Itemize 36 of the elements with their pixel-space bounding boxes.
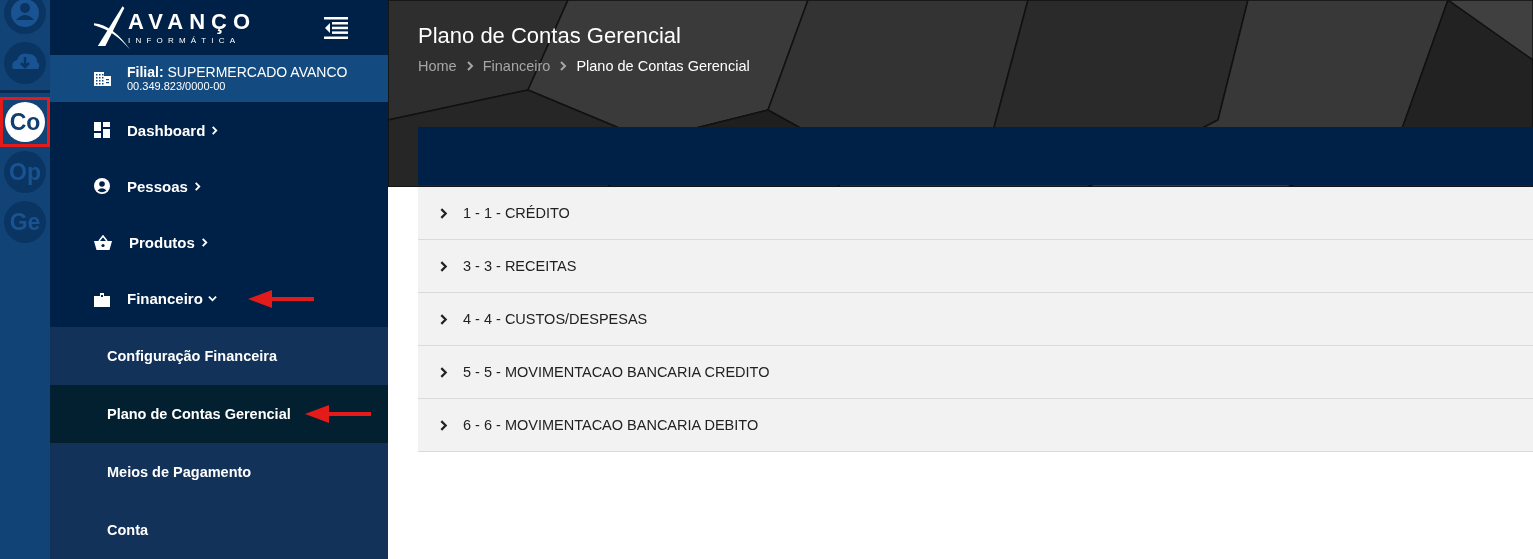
submenu-label: Meios de Pagamento: [107, 464, 252, 480]
dashboard-icon: [94, 122, 110, 139]
account-row[interactable]: 3 - 3 - RECEITAS: [418, 240, 1533, 293]
chevron-right-icon: [464, 61, 475, 71]
menu-item[interactable]: Financeiro: [127, 290, 217, 308]
submenu-item[interactable]: Configuração Financeira: [50, 327, 388, 385]
brand-tagline: INFORMÁTICA: [128, 36, 242, 46]
submenu-label: Plano de Contas Gerencial: [107, 406, 291, 422]
branch-document: 00.349.823/0000-00: [127, 80, 227, 94]
brand-name: AVANÇO: [128, 10, 257, 35]
page-title: Plano de Contas Gerencial: [418, 23, 682, 49]
submenu-label: Conta: [107, 522, 149, 538]
breadcrumb-link[interactable]: Plano de Contas Gerencial: [576, 58, 750, 74]
account-row[interactable]: 5 - 5 - MOVIMENTACAO BANCARIA CREDITO: [418, 346, 1533, 399]
submenu-item[interactable]: Meios de Pagamento: [50, 443, 388, 501]
menu-item[interactable]: Dashboard: [127, 121, 220, 139]
user-icon[interactable]: [4, 0, 46, 34]
branch-name: Filial: SUPERMERCADO AVANCO: [127, 64, 348, 81]
cloud-download-icon[interactable]: [4, 42, 46, 84]
breadcrumb-link[interactable]: Home: [418, 58, 457, 74]
menu-item[interactable]: Pessoas: [127, 177, 202, 195]
briefcase-icon: [94, 290, 110, 307]
building-icon: [94, 71, 111, 86]
user-icon: [94, 178, 110, 195]
account-row[interactable]: 1 - 1 - CRÉDITO: [418, 187, 1533, 240]
account-row[interactable]: 4 - 4 - CUSTOS/DESPESAS: [418, 293, 1533, 346]
basket-icon: [94, 234, 112, 251]
submenu-item[interactable]: Conta: [50, 501, 388, 559]
chevron-right-icon: [558, 61, 569, 71]
menu-collapse-icon[interactable]: [324, 16, 348, 39]
app-switcher[interactable]: Co: [5, 102, 45, 142]
account-row[interactable]: 6 - 6 - MOVIMENTACAO BANCARIA DEBITO: [418, 399, 1533, 452]
submenu-label: Configuração Financeira: [107, 348, 277, 364]
submenu-item[interactable]: Plano de Contas Gerencial: [50, 385, 388, 443]
menu-item[interactable]: Produtos: [129, 234, 209, 252]
breadcrumb-link[interactable]: Financeiro: [482, 58, 551, 74]
